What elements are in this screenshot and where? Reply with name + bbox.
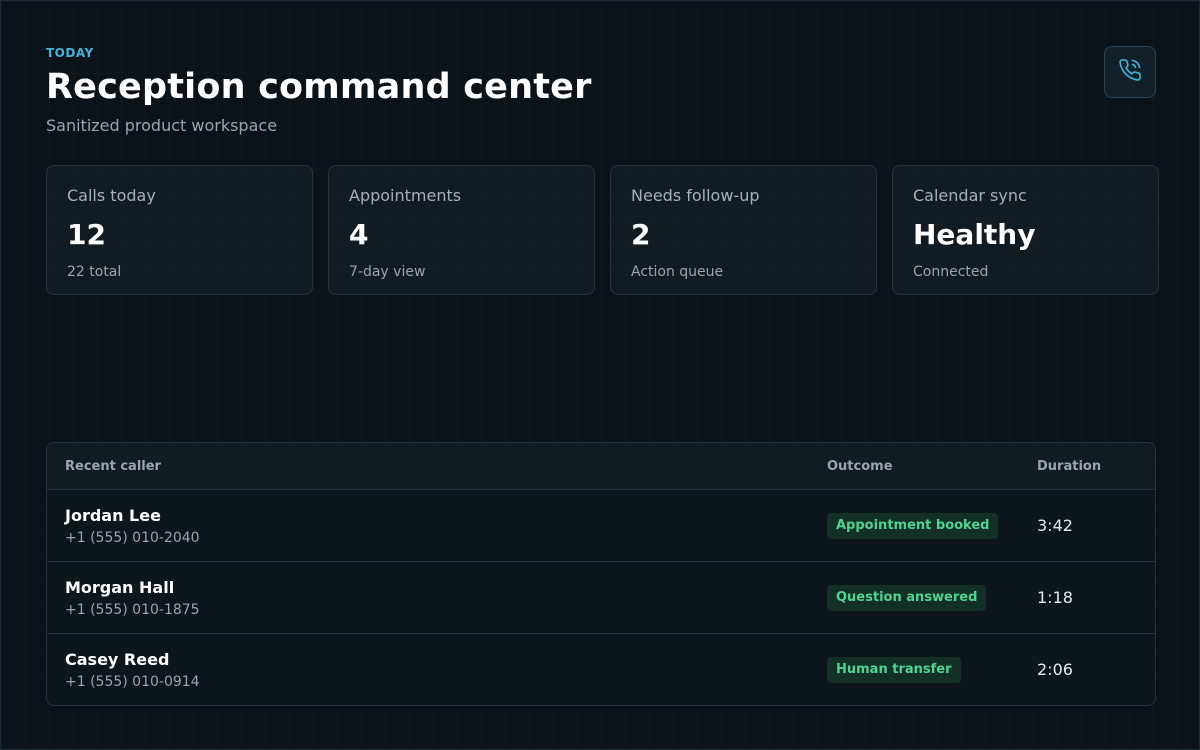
column-header-outcome: Outcome [827, 459, 893, 474]
stat-value: 2 [631, 218, 651, 251]
caller-phone: +1 (555) 010-1875 [65, 602, 200, 618]
caller-phone: +1 (555) 010-2040 [65, 530, 200, 546]
caller-phone: +1 (555) 010-0914 [65, 674, 200, 690]
table-row[interactable]: Morgan Hall +1 (555) 010-1875 Question a… [47, 562, 1155, 634]
phone-call-icon [1118, 58, 1142, 86]
stat-card-appointments: Appointments 4 7-day view [328, 165, 595, 295]
stat-label: Calls today [67, 186, 156, 205]
stat-label: Appointments [349, 186, 462, 205]
caller-name: Jordan Lee [65, 506, 161, 525]
call-duration: 1:18 [1037, 588, 1073, 607]
page-title: Reception command center [46, 67, 592, 107]
phone-call-button[interactable] [1104, 46, 1156, 98]
outcome-badge: Question answered [827, 585, 987, 611]
stat-subtext: 22 total [67, 264, 122, 280]
column-header-duration: Duration [1037, 459, 1102, 474]
stat-value: 12 [67, 218, 106, 251]
call-duration: 3:42 [1037, 516, 1073, 535]
stat-subtext: Action queue [631, 264, 724, 280]
page-eyebrow: TODAY [46, 46, 94, 60]
call-duration: 2:06 [1037, 660, 1073, 679]
page: TODAY Reception command center Sanitized… [0, 0, 1200, 750]
stat-value: 4 [349, 218, 369, 251]
column-header-caller: Recent caller [65, 459, 161, 474]
stat-card-calls-today: Calls today 12 22 total [46, 165, 313, 295]
stat-label: Needs follow-up [631, 186, 760, 205]
stat-subtext: Connected [913, 264, 989, 280]
stat-label: Calendar sync [913, 186, 1027, 205]
outcome-badge: Appointment booked [827, 513, 999, 539]
recent-calls-table: Recent caller Outcome Duration Jordan Le… [46, 442, 1156, 706]
stat-card-needs-follow-up: Needs follow-up 2 Action queue [610, 165, 877, 295]
page-subtitle: Sanitized product workspace [46, 116, 278, 135]
stats-row: Calls today 12 22 total Appointments 4 7… [46, 165, 1159, 295]
caller-name: Morgan Hall [65, 578, 175, 597]
stat-card-calendar-sync: Calendar sync Healthy Connected [892, 165, 1159, 295]
table-row[interactable]: Casey Reed +1 (555) 010-0914 Human trans… [47, 634, 1155, 705]
caller-name: Casey Reed [65, 650, 170, 669]
stat-subtext: 7-day view [349, 264, 426, 280]
outcome-badge: Human transfer [827, 657, 961, 683]
table-row[interactable]: Jordan Lee +1 (555) 010-2040 Appointment… [47, 490, 1155, 562]
table-header: Recent caller Outcome Duration [47, 443, 1155, 490]
stat-value: Healthy [913, 218, 1036, 251]
